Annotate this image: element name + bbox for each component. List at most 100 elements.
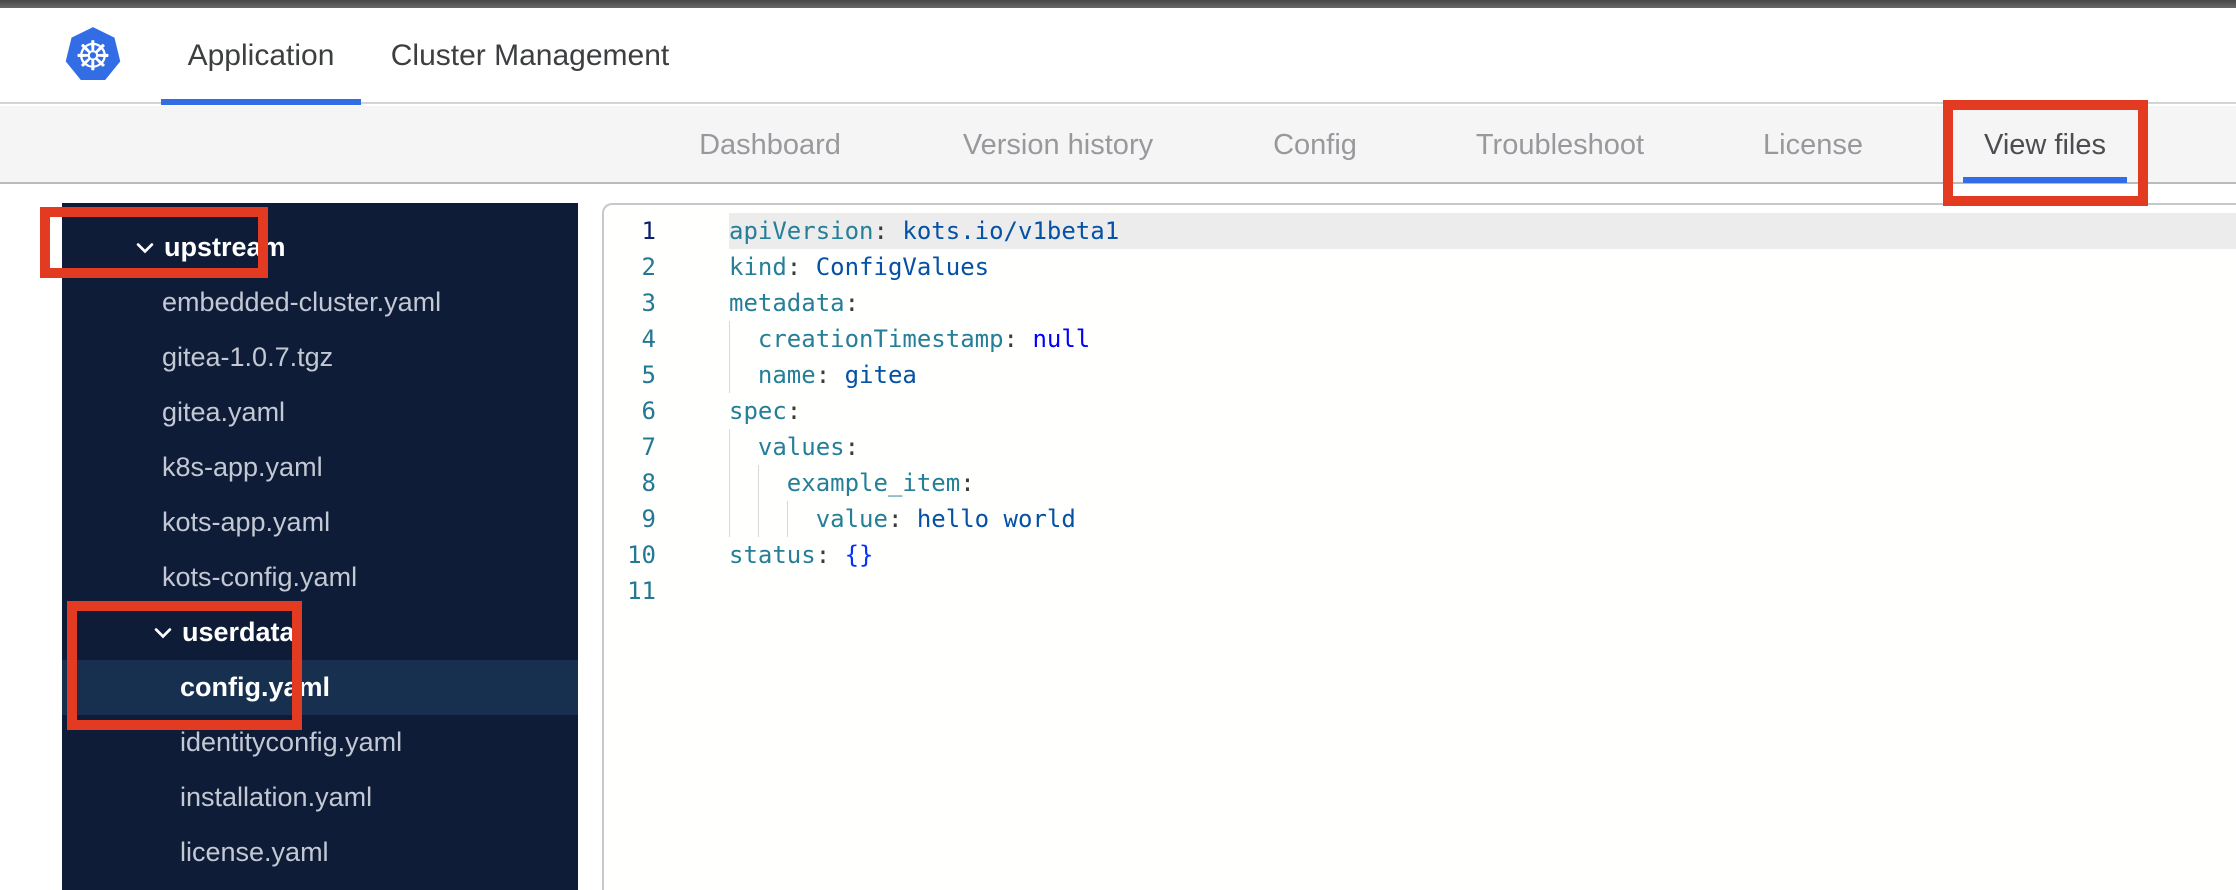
line-number: 10 [627,541,656,569]
token-val: gitea [844,361,917,389]
token-key: kind [729,253,787,281]
file-tree-sidebar: upstream embedded-cluster.yaml gitea-1.0.7… [62,203,578,890]
tree-file-installation.yaml[interactable]: installation.yaml [62,770,578,825]
top-tab-application[interactable]: Application [161,8,361,105]
tree-item-label: kots-app.yaml [162,507,331,537]
nav-tab-label: License [1763,128,1863,161]
line-number: 1 [641,217,656,245]
top-tab-cluster-management[interactable]: Cluster Management [380,8,680,104]
token-key: name [757,361,816,389]
window-top-edge [0,0,2236,8]
token-punc: : [844,289,860,317]
line-number: 2 [641,253,656,281]
line-number: 4 [641,325,656,353]
token-key: spec [729,397,787,425]
tree-folder-upstream[interactable]: upstream [62,220,578,275]
line-content: values: [729,429,2236,465]
line-number: 5 [641,361,656,389]
token-punc: : [1003,325,1033,353]
yaml-file-editor[interactable]: 1 apiVersion: kots.io/v1beta1 2 kind: Confi… [602,203,2236,890]
line-content [729,573,2236,609]
tree-file-k8s-app.yaml[interactable]: k8s-app.yaml [62,440,578,495]
line-number: 6 [641,397,656,425]
token-punc: : [815,541,845,569]
code-line-9: 9 value: hello world [604,501,2236,537]
indent-guide [729,465,730,501]
tree-item-label: userdata [182,617,295,647]
line-number: 3 [641,289,656,317]
line-number: 8 [641,469,656,497]
token-key: creationTimestamp [757,325,1004,353]
nav-tab-version-history[interactable]: Version history [963,106,1153,184]
indent-guide [786,501,788,537]
tree-file-kots-config.yaml[interactable]: kots-config.yaml [62,550,578,605]
nav-tab-license[interactable]: License [1763,106,1863,184]
indent-guide [729,501,730,537]
nav-tab-dashboard[interactable]: Dashboard [699,106,841,184]
token-punc [729,325,758,353]
token-kw: null [1032,325,1091,353]
code-line-10: 10 status: {} [604,537,2236,573]
indent-guide [729,357,730,393]
tree-file-license.yaml[interactable]: license.yaml [62,825,578,880]
code-line-4: 4 creationTimestamp: null [604,321,2236,357]
token-punc [729,505,816,533]
tree-item-label: kots-config.yaml [162,562,358,592]
top-bar: ☸ Application Cluster Management [0,8,2236,105]
token-punc: : [786,397,802,425]
tree-item-label: gitea.yaml [162,397,286,427]
kots-admin-console: ☸ Application Cluster Management Dashboar… [0,0,2236,890]
code-line-2: 2 kind: ConfigValues [604,249,2236,285]
line-number: 11 [627,577,656,605]
tree-item-label: installation.yaml [180,782,373,812]
line-content: apiVersion: kots.io/v1beta1 [729,213,2236,249]
nav-tab-label: Config [1273,128,1357,161]
line-number: 9 [641,505,656,533]
tree-item-label: embedded-cluster.yaml [162,287,442,317]
line-content: kind: ConfigValues [729,249,2236,285]
token-punc [729,361,758,389]
nav-tab-label: Dashboard [699,128,841,161]
token-val: hello world [916,505,1076,533]
indent-guide [757,465,759,501]
token-punc: : [887,505,917,533]
token-punc: : [815,361,845,389]
line-number: 7 [641,433,656,461]
line-content: metadata: [729,285,2236,321]
tree-item-label: config.yaml [180,672,331,702]
svg-text:☸: ☸ [75,32,111,80]
tree-file-kots-app.yaml[interactable]: kots-app.yaml [62,495,578,550]
token-punc: : [844,433,860,461]
token-key: value [815,505,888,533]
active-tab-underline [161,99,361,105]
tree-file-embedded-cluster.yaml[interactable]: embedded-cluster.yaml [62,275,578,330]
code-line-11: 11 [604,573,2236,609]
line-content: creationTimestamp: null [729,321,2236,357]
nav-tab-config[interactable]: Config [1273,106,1357,184]
tree-file-config.yaml[interactable]: config.yaml [62,660,578,715]
indent-guide [729,321,730,357]
nav-tab-view-files[interactable]: View files [1963,106,2127,184]
tree-item-label: license.yaml [180,837,329,867]
tree-item-label: upstream [164,232,286,262]
token-punc: : [873,217,903,245]
token-punc: : [960,469,975,497]
token-val: kots.io/v1beta1 [902,217,1120,245]
tree-item-label: k8s-app.yaml [162,452,323,482]
token-key: metadata [729,289,845,317]
token-punc: : [786,253,816,281]
nav-tab-troubleshoot[interactable]: Troubleshoot [1476,106,1644,184]
token-br: {} [844,541,874,569]
tree-file-identityconfig.yaml[interactable]: identityconfig.yaml [62,715,578,770]
tree-file-gitea-1.0.7.tgz[interactable]: gitea-1.0.7.tgz [62,330,578,385]
line-content: example_item: [729,465,2236,501]
active-nav-underline [1963,177,2127,183]
token-key: status [729,541,816,569]
code-line-5: 5 name: gitea [604,357,2236,393]
top-tab-label: Cluster Management [390,39,670,72]
tree-item-label: identityconfig.yaml [180,727,403,757]
top-tab-label: Application [187,39,335,72]
tree-folder-userdata[interactable]: userdata [62,605,578,660]
indent-guide [729,429,730,465]
tree-file-gitea.yaml[interactable]: gitea.yaml [62,385,578,440]
